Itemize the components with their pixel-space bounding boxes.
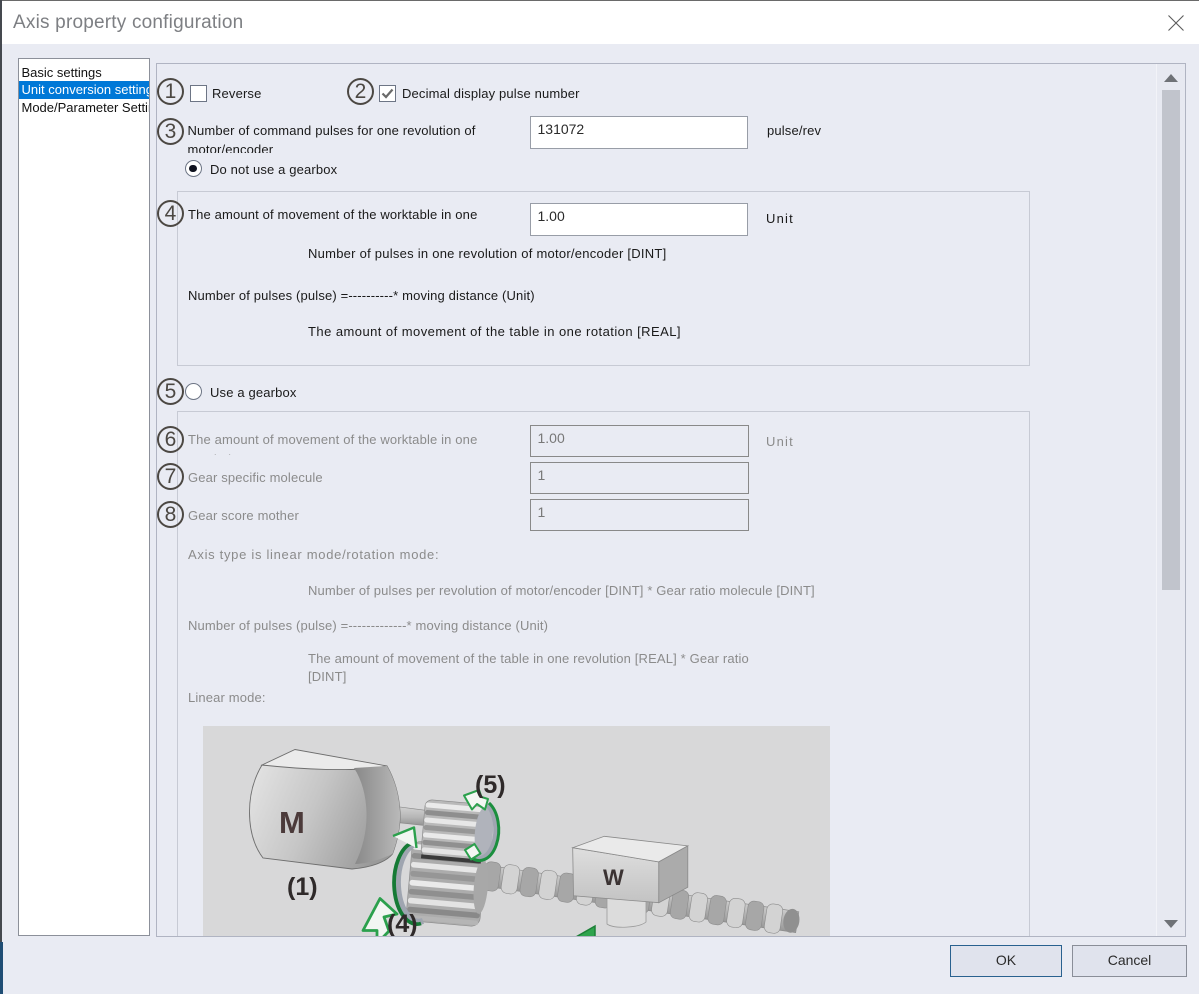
svg-text:W: W (603, 865, 624, 890)
svg-text:M: M (279, 805, 305, 840)
svg-text:(1): (1) (287, 873, 318, 901)
svg-text:(4): (4) (387, 910, 418, 937)
svg-text:(5): (5) (475, 771, 506, 799)
